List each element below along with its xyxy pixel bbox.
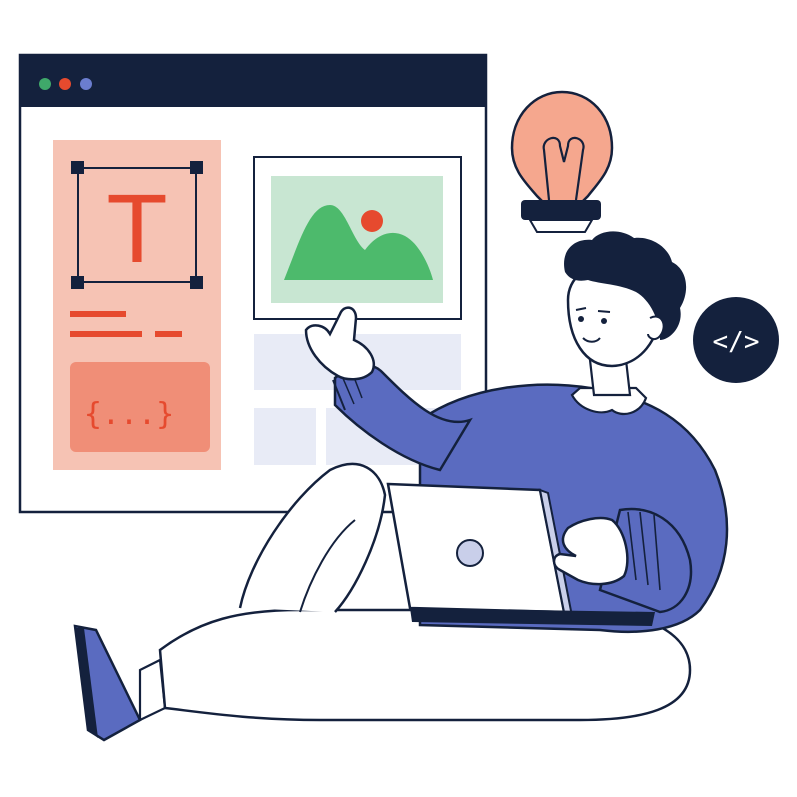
code-badge-symbol: </> (713, 327, 760, 357)
text-glyph: T (108, 177, 166, 284)
window-dot-red[interactable] (59, 78, 71, 90)
lightbulb-icon (510, 90, 614, 233)
text-line (70, 311, 126, 317)
image-sun (361, 210, 383, 232)
text-line (70, 331, 142, 337)
code-block-icon[interactable]: {...} (70, 362, 210, 452)
eye (578, 316, 584, 322)
scene-canvas: T {...} </> (18, 53, 779, 742)
content-placeholder (254, 408, 316, 465)
text-line (155, 331, 182, 337)
eye (601, 318, 607, 324)
image-sky (271, 176, 443, 303)
editor-panel: T {...} (53, 140, 221, 470)
image-card[interactable] (253, 156, 462, 320)
code-badge-icon: </> (693, 297, 779, 383)
window-dot-blue[interactable] (80, 78, 92, 90)
illustration: T {...} </> (0, 0, 797, 797)
code-glyph: {...} (84, 397, 174, 432)
window-dot-green[interactable] (39, 78, 51, 90)
